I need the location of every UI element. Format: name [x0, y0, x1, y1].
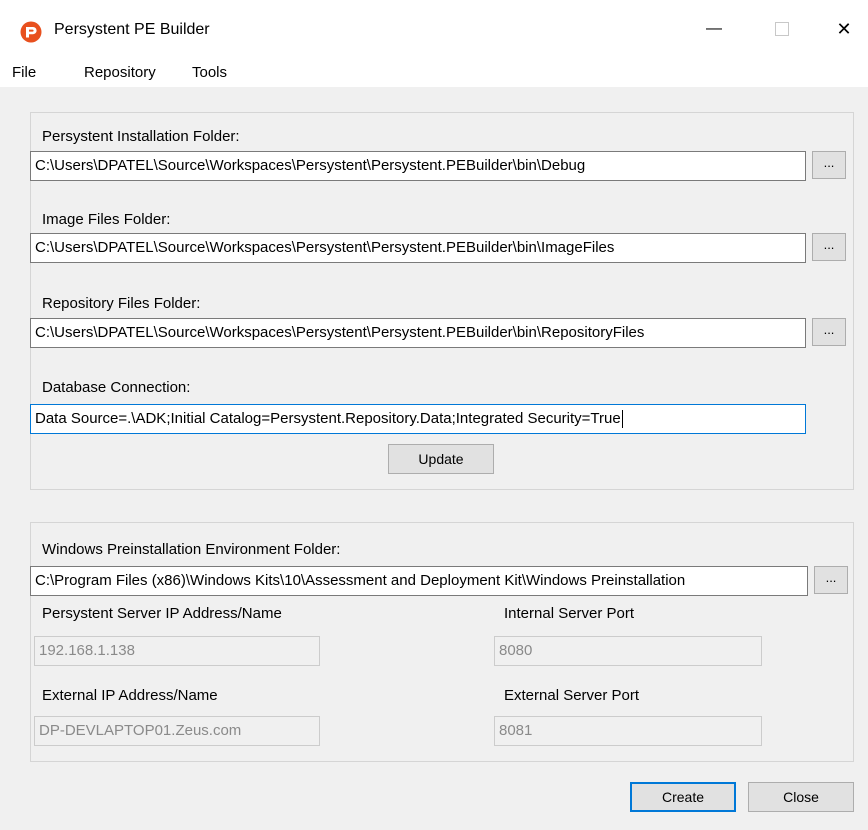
close-window-button[interactable]: ✕: [814, 0, 868, 58]
image-folder-browse-button[interactable]: ...: [812, 233, 846, 261]
menu-tools[interactable]: Tools: [190, 63, 229, 83]
app-logo-icon: [20, 21, 42, 43]
database-connection-label: Database Connection:: [42, 379, 191, 396]
close-icon: ✕: [836, 18, 852, 39]
server-address-input[interactable]: 192.168.1.138: [34, 636, 320, 666]
image-folder-input[interactable]: C:\Users\DPATEL\Source\Workspaces\Persys…: [30, 233, 806, 263]
create-button[interactable]: Create: [630, 782, 736, 812]
install-folder-label: Persystent Installation Folder:: [42, 128, 240, 145]
minimize-button[interactable]: —: [684, 0, 744, 58]
repository-folder-input[interactable]: C:\Users\DPATEL\Source\Workspaces\Persys…: [30, 318, 806, 348]
repository-folder-label: Repository Files Folder:: [42, 295, 201, 312]
update-button[interactable]: Update: [388, 444, 494, 474]
external-address-input[interactable]: DP-DEVLAPTOP01.Zeus.com: [34, 716, 320, 746]
external-address-label: External IP Address/Name: [42, 687, 218, 704]
internal-port-input[interactable]: 8080: [494, 636, 762, 666]
text-caret: [621, 410, 623, 429]
close-button[interactable]: Close: [748, 782, 854, 812]
external-port-input[interactable]: 8081: [494, 716, 762, 746]
external-port-label: External Server Port: [504, 687, 640, 704]
window-title: Persystent PE Builder: [54, 21, 210, 38]
title-bar[interactable]: Persystent PE Builder — ✕: [0, 0, 868, 58]
maximize-button[interactable]: [752, 0, 812, 58]
winpe-folder-label: Windows Preinstallation Environment Fold…: [42, 541, 341, 558]
internal-port-label: Internal Server Port: [504, 605, 635, 622]
menu-repository[interactable]: Repository: [82, 63, 158, 83]
database-connection-input[interactable]: Data Source=.\ADK;Initial Catalog=Persys…: [30, 404, 806, 434]
install-folder-browse-button[interactable]: ...: [812, 151, 846, 179]
server-address-label: Persystent Server IP Address/Name: [42, 605, 282, 622]
image-folder-label: Image Files Folder:: [42, 211, 171, 228]
winpe-folder-browse-button[interactable]: ...: [814, 566, 848, 594]
winpe-folder-input[interactable]: C:\Program Files (x86)\Windows Kits\10\A…: [30, 566, 808, 596]
database-connection-value: Data Source=.\ADK;Initial Catalog=Persys…: [35, 410, 621, 427]
maximize-icon: [775, 22, 789, 36]
repository-folder-browse-button[interactable]: ...: [812, 318, 846, 346]
minimize-icon: —: [706, 20, 722, 37]
menu-bar: File Repository Tools: [0, 58, 868, 88]
install-folder-input[interactable]: C:\Users\DPATEL\Source\Workspaces\Persys…: [30, 151, 806, 181]
menu-file[interactable]: File: [10, 63, 38, 83]
